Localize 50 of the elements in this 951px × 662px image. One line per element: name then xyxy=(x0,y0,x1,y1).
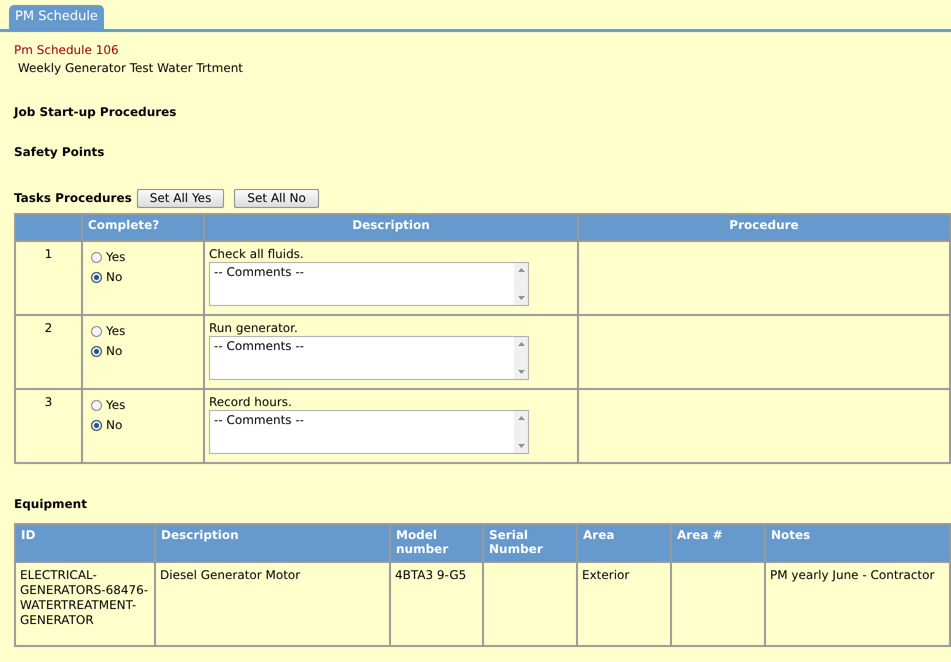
column-header: Model number xyxy=(390,524,483,562)
comments-field[interactable]: -- Comments -- xyxy=(209,262,529,306)
radio-label[interactable]: Yes xyxy=(106,324,126,338)
column-header: Serial Number xyxy=(483,524,577,562)
scroll-down-icon[interactable] xyxy=(518,370,524,374)
column-header: Area xyxy=(577,524,671,562)
schedule-name: Weekly Generator Test Water Trtment xyxy=(16,60,244,77)
section-heading: Job Start-up Procedures xyxy=(14,105,178,121)
set-all-button[interactable]: Set All No xyxy=(234,188,319,208)
section-heading: Tasks Procedures xyxy=(14,191,132,205)
column-header: Procedure xyxy=(578,214,950,241)
column-header: Description xyxy=(155,524,390,562)
schedule-number: Pm Schedule 106 xyxy=(14,42,120,59)
table-cell: Exterior xyxy=(582,568,630,582)
radio-label[interactable]: No xyxy=(106,270,122,284)
column-header: Area # xyxy=(671,524,765,562)
column-header: ID xyxy=(15,524,155,562)
table-cell: Diesel Generator Motor xyxy=(160,568,300,582)
section-heading: Equipment xyxy=(14,497,88,511)
radio-label[interactable]: Yes xyxy=(106,250,126,264)
table-cell: ELECTRICAL-GENERATORS-68476-WATERTREATMENT-GENERATOR xyxy=(20,568,148,627)
table-cell: 4BTA3 9-G5 xyxy=(395,568,466,582)
comments-field[interactable]: -- Comments -- xyxy=(209,336,529,380)
scroll-up-icon[interactable] xyxy=(518,416,524,420)
radio-label[interactable]: No xyxy=(106,418,122,432)
radio-button[interactable] xyxy=(91,346,102,356)
row-number: 3 xyxy=(15,389,82,463)
scroll-up-icon[interactable] xyxy=(518,268,524,272)
scroll-up-icon[interactable] xyxy=(518,342,524,346)
radio-button[interactable] xyxy=(91,272,102,282)
scroll-down-icon[interactable] xyxy=(518,296,524,300)
comments-field[interactable]: -- Comments -- xyxy=(209,410,529,454)
column-header: Notes xyxy=(765,524,950,562)
task-description: Record hours. xyxy=(209,395,293,409)
row-number: 2 xyxy=(15,315,82,389)
radio-button[interactable] xyxy=(91,252,102,262)
radio-button[interactable] xyxy=(91,326,102,336)
section-heading: Safety Points xyxy=(14,145,106,161)
radio-label[interactable]: No xyxy=(106,344,122,358)
column-header: Description xyxy=(204,214,578,241)
table-cell: PM yearly June - Contractor xyxy=(770,568,934,582)
scroll-down-icon[interactable] xyxy=(518,444,524,448)
row-number: 1 xyxy=(15,241,82,315)
radio-button[interactable] xyxy=(91,420,102,430)
column-header: Complete? xyxy=(82,214,204,241)
radio-label[interactable]: Yes xyxy=(106,398,126,412)
set-all-button[interactable]: Set All Yes xyxy=(136,188,224,208)
task-description: Run generator. xyxy=(209,321,299,335)
task-description: Check all fluids. xyxy=(209,247,305,261)
radio-button[interactable] xyxy=(91,400,102,410)
